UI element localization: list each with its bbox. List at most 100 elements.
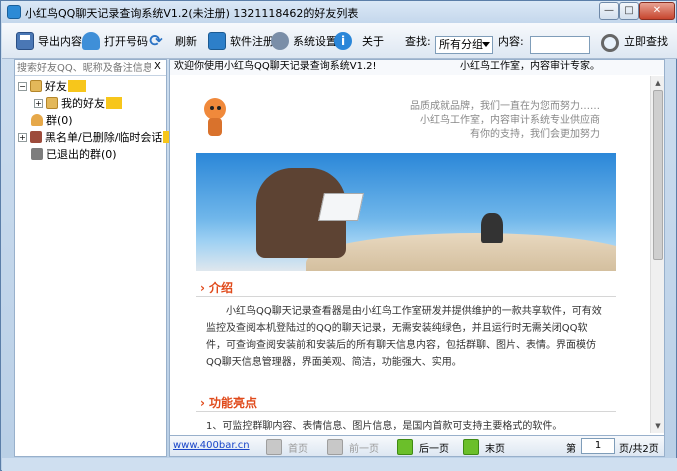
register-icon bbox=[208, 32, 226, 50]
tree-node-label: 好友 bbox=[45, 80, 67, 93]
scroll-down-icon[interactable]: ▼ bbox=[653, 421, 663, 431]
collapse-icon[interactable]: − bbox=[18, 81, 27, 91]
chevron-right-icon: › bbox=[200, 395, 205, 410]
group-select[interactable]: 所有分组 bbox=[435, 36, 493, 54]
pagination-bar: www.400bar.cn 首页 前一页 后一页 末页 第 1 页/共2页 bbox=[169, 435, 665, 457]
title-bar: 小红鸟QQ聊天记录查询系统V1.2(未注册) 1321118462的好友列表 —… bbox=[1, 1, 676, 23]
maximize-button[interactable]: □ bbox=[619, 2, 639, 20]
welcome-bar: 欢迎你使用小红鸟QQ聊天记录查询系统V1.2! 小红鸟工作室，内容审计专家。 bbox=[170, 60, 664, 75]
close-button[interactable]: ✕ bbox=[639, 2, 675, 20]
intro-heading: › 介绍 bbox=[196, 279, 616, 297]
search-now-button[interactable]: 立即查找 bbox=[624, 31, 668, 51]
first-page-icon bbox=[266, 439, 282, 455]
register-label: 软件注册 bbox=[230, 35, 274, 48]
banner-image bbox=[196, 153, 616, 271]
about-label: 关于 bbox=[362, 35, 384, 48]
features-heading: › 功能亮点 bbox=[196, 394, 616, 412]
tree-node-quit-groups[interactable]: 已退出的群(0) bbox=[31, 146, 117, 162]
minimize-button[interactable]: — bbox=[599, 2, 619, 20]
group-select-value: 所有分组 bbox=[439, 38, 483, 51]
tree-node-label: 我的好友 bbox=[61, 97, 105, 110]
intro-title: 介绍 bbox=[208, 281, 233, 295]
intro-section: › 介绍 小红鸟QQ聊天记录查看器是由小红鸟工作室研发并提供维护的一款共享软件，… bbox=[196, 279, 616, 371]
slogan-line-3: 有你的支持，我们会更加努力 bbox=[470, 129, 600, 140]
friend-folder-icon bbox=[46, 97, 58, 109]
register-button[interactable]: 软件注册 bbox=[208, 31, 274, 51]
search-icon[interactable] bbox=[601, 34, 619, 52]
first-page-button[interactable]: 首页 bbox=[266, 438, 308, 456]
tree-node-label: 群(0) bbox=[46, 114, 73, 127]
expand-icon[interactable]: + bbox=[18, 132, 27, 142]
chevron-down-icon bbox=[482, 42, 490, 47]
slogan-line-2: 小红鸟工作室，内容审计系统专业供应商 bbox=[420, 115, 600, 126]
info-icon: i bbox=[334, 32, 352, 50]
refresh-icon: ⟳ bbox=[149, 31, 163, 50]
settings-button[interactable]: 系统设置 bbox=[271, 31, 337, 51]
prev-page-icon bbox=[327, 439, 343, 455]
highlight-mark bbox=[106, 97, 122, 109]
export-label: 导出内容 bbox=[38, 35, 82, 48]
content-label: 内容: bbox=[498, 35, 524, 48]
settings-icon bbox=[271, 32, 289, 50]
friend-folder-icon bbox=[30, 80, 42, 92]
first-page-label: 首页 bbox=[288, 443, 308, 455]
highlight-mark bbox=[68, 80, 86, 92]
next-page-icon bbox=[397, 439, 413, 455]
welcome-text: 欢迎你使用小红鸟QQ聊天记录查询系统V1.2! bbox=[174, 61, 377, 72]
friend-search-input[interactable] bbox=[17, 61, 151, 75]
next-page-button[interactable]: 后一页 bbox=[397, 438, 449, 456]
find-label: 查找: bbox=[405, 35, 431, 48]
user-icon bbox=[82, 32, 100, 50]
friend-search-row: X bbox=[15, 60, 166, 76]
prev-page-label: 前一页 bbox=[349, 443, 379, 455]
main-window: 小红鸟QQ聊天记录查询系统V1.2(未注册) 1321118462的好友列表 —… bbox=[0, 0, 677, 471]
clear-search-button[interactable]: X bbox=[154, 61, 161, 72]
status-strip bbox=[2, 458, 677, 471]
content-view: 品质成就品牌，我们一直在为您而努力…… 小红鸟工作室，内容审计系统专业供应商 有… bbox=[170, 76, 650, 433]
friend-tree-panel: X − 好友 + 我的好友 群(0) + 黑名单/已删除/临时 bbox=[14, 59, 178, 457]
last-page-button[interactable]: 末页 bbox=[463, 438, 505, 456]
app-icon bbox=[7, 5, 21, 19]
scroll-up-icon[interactable]: ▲ bbox=[653, 78, 663, 88]
vertical-scrollbar[interactable]: ▲ ▼ bbox=[650, 76, 664, 433]
tree-node-friends[interactable]: − 好友 bbox=[18, 78, 86, 94]
export-icon bbox=[16, 32, 34, 50]
export-button[interactable]: 导出内容 bbox=[16, 31, 82, 51]
page-total: 页/共2页 bbox=[619, 443, 659, 455]
mascot-image bbox=[200, 98, 228, 138]
content-panel: 欢迎你使用小红鸟QQ聊天记录查询系统V1.2! 小红鸟工作室，内容审计专家。 品… bbox=[169, 59, 665, 457]
scroll-thumb[interactable] bbox=[653, 90, 663, 260]
about-button[interactable]: i 关于 bbox=[334, 31, 384, 51]
window-title: 小红鸟QQ聊天记录查询系统V1.2(未注册) 1321118462的好友列表 bbox=[25, 7, 359, 20]
page-prefix: 第 bbox=[566, 443, 576, 455]
refresh-label: 刷新 bbox=[175, 35, 197, 48]
slogan-line-1: 品质成就品牌，我们一直在为您而努力…… bbox=[410, 101, 600, 112]
content-input[interactable] bbox=[530, 36, 590, 54]
features-section: › 功能亮点 1、可监控群聊内容、表情信息、图片信息，是国内首款可支持主要格式的… bbox=[196, 394, 616, 433]
chevron-right-icon: › bbox=[200, 280, 205, 295]
intro-body: 小红鸟QQ聊天记录查看器是由小红鸟工作室研发并提供维护的一款共享软件，可有效监控… bbox=[206, 306, 602, 368]
prev-page-button[interactable]: 前一页 bbox=[327, 438, 379, 456]
refresh-button[interactable]: ⟳ 刷新 bbox=[147, 31, 197, 51]
last-page-label: 末页 bbox=[485, 443, 505, 455]
page-number-input[interactable]: 1 bbox=[581, 438, 615, 454]
tree-node-label: 已退出的群(0) bbox=[46, 148, 117, 161]
next-page-label: 后一页 bbox=[419, 443, 449, 455]
slogan: 品质成就品牌，我们一直在为您而努力…… 小红鸟工作室，内容审计系统专业供应商 有… bbox=[410, 100, 600, 142]
features-body: 1、可监控群聊内容、表情信息、图片信息，是国内首款可支持主要格式的软件。 bbox=[206, 421, 563, 432]
tree-node-label: 黑名单/已删除/临时会话 bbox=[45, 131, 163, 144]
blacklist-icon bbox=[30, 131, 42, 143]
expand-icon[interactable]: + bbox=[34, 98, 43, 108]
tree-node-my-friends[interactable]: + 我的好友 bbox=[34, 95, 122, 111]
last-page-icon bbox=[463, 439, 479, 455]
tree-node-blacklist[interactable]: + 黑名单/已删除/临时会话 bbox=[18, 129, 178, 145]
open-number-label: 打开号码 bbox=[104, 35, 148, 48]
website-link[interactable]: www.400bar.cn bbox=[173, 440, 250, 451]
open-number-button[interactable]: 打开号码 bbox=[82, 31, 148, 51]
group-icon bbox=[31, 114, 43, 126]
quit-group-icon bbox=[31, 148, 43, 160]
tree-node-groups[interactable]: 群(0) bbox=[31, 112, 73, 128]
features-title: 功能亮点 bbox=[208, 396, 257, 410]
settings-label: 系统设置 bbox=[293, 35, 337, 48]
studio-text: 小红鸟工作室，内容审计专家。 bbox=[460, 61, 600, 72]
